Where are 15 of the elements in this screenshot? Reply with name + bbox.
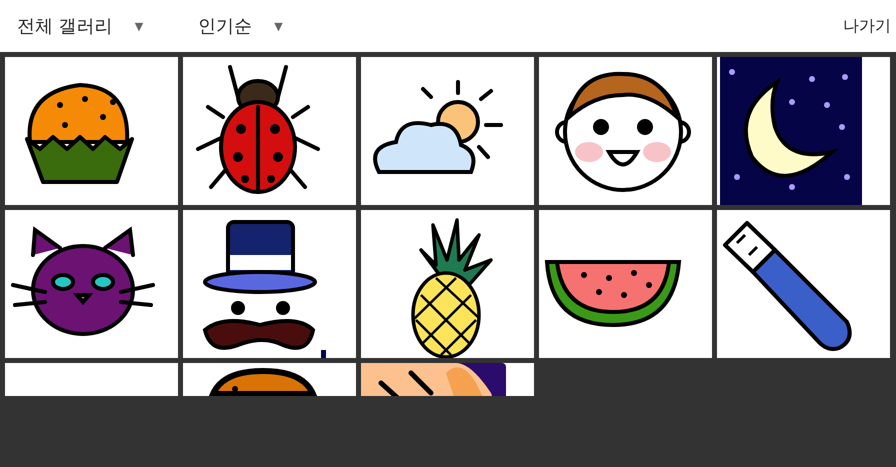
gallery-tile[interactable] <box>183 57 356 205</box>
gallery-tile[interactable] <box>539 210 712 358</box>
caret-icon: ▼ <box>274 20 283 32</box>
gallery-tile[interactable] <box>717 57 890 205</box>
dropdown[interactable]: 인기순 ▼ <box>181 14 283 38</box>
gallery-tile[interactable] <box>5 57 178 205</box>
gallery-tile[interactable] <box>361 57 534 205</box>
dropdown[interactable]: 전체 갤러리 ▼ <box>0 14 144 38</box>
gallery-tile[interactable] <box>361 210 534 358</box>
gallery-tile[interactable] <box>539 57 712 205</box>
gallery-tile[interactable] <box>5 210 178 358</box>
gallery-tile[interactable] <box>717 210 890 358</box>
exit-button[interactable]: 나가기 <box>843 16 891 36</box>
gallery-tile[interactable] <box>183 210 356 358</box>
caret-icon: ▼ <box>134 20 144 32</box>
